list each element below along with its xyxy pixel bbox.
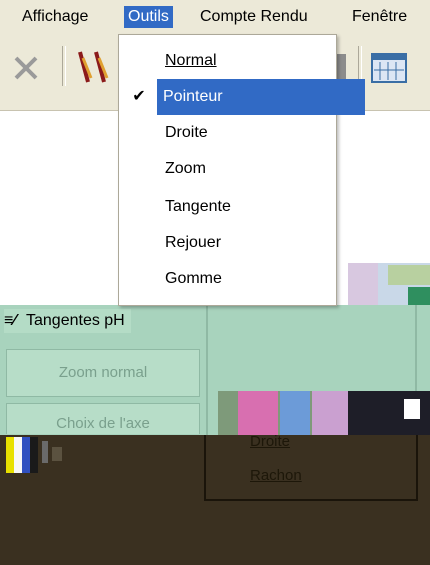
graph-preview <box>218 391 430 435</box>
probes-icon[interactable] <box>74 48 114 88</box>
menu-item-label: Tangente <box>165 198 231 215</box>
lower-panel: Droite Rachon <box>0 433 430 565</box>
window-grid-icon[interactable] <box>370 50 410 86</box>
menu-item-label: Droite <box>165 124 208 141</box>
zoom-normal-button[interactable]: Zoom normal <box>6 349 200 397</box>
checkmark-icon: ✔ <box>132 88 146 105</box>
menu-item-normal[interactable]: Normal <box>121 43 334 79</box>
tangent-icon: ≡⁄ <box>4 312 17 329</box>
menu-compte-rendu[interactable]: Compte Rendu <box>196 6 312 28</box>
menu-item-droite[interactable]: Droite <box>121 115 334 151</box>
panel-title: ≡⁄ Tangentes pH <box>4 309 131 333</box>
graph-thumbnail <box>348 263 430 307</box>
menu-outils[interactable]: Outils <box>124 6 173 28</box>
menu-item-gomme[interactable]: Gomme <box>121 261 334 297</box>
toolbar-separator <box>62 46 66 86</box>
menu-fenetre[interactable]: Fenêtre <box>348 6 411 28</box>
menu-affichage[interactable]: Affichage <box>18 6 92 28</box>
menu-item-tangente[interactable]: Tangente <box>121 189 334 225</box>
color-icon <box>6 437 62 473</box>
context-menu: Droite Rachon <box>204 433 418 501</box>
menu-item-label: Zoom <box>165 160 206 177</box>
context-item-droite[interactable]: Droite <box>250 433 290 450</box>
close-icon[interactable] <box>10 52 42 84</box>
menu-item-label: Gomme <box>165 270 222 287</box>
menu-item-label: Rejouer <box>165 234 222 251</box>
menu-item-label: Pointeur <box>163 88 223 105</box>
menu-item-label: Normal <box>165 52 217 69</box>
outils-dropdown-menu: Normal ✔ Pointeur Droite Zoom Tangente R… <box>118 34 365 306</box>
menu-item-rejouer[interactable]: Rejouer <box>121 225 334 261</box>
panel-divider <box>206 305 208 435</box>
menu-item-pointeur[interactable]: Pointeur <box>157 79 365 115</box>
menu-item-zoom[interactable]: Zoom <box>121 151 334 187</box>
side-panel: ≡⁄ Tangentes pH Zoom normal Choix de l'ax… <box>0 305 430 435</box>
axis-choice-button[interactable]: Choix de l'axe <box>6 403 200 434</box>
menu-bar: Affichage Outils Compte Rendu Fenêtre <box>0 0 430 34</box>
context-item-rachon[interactable]: Rachon <box>250 467 302 484</box>
